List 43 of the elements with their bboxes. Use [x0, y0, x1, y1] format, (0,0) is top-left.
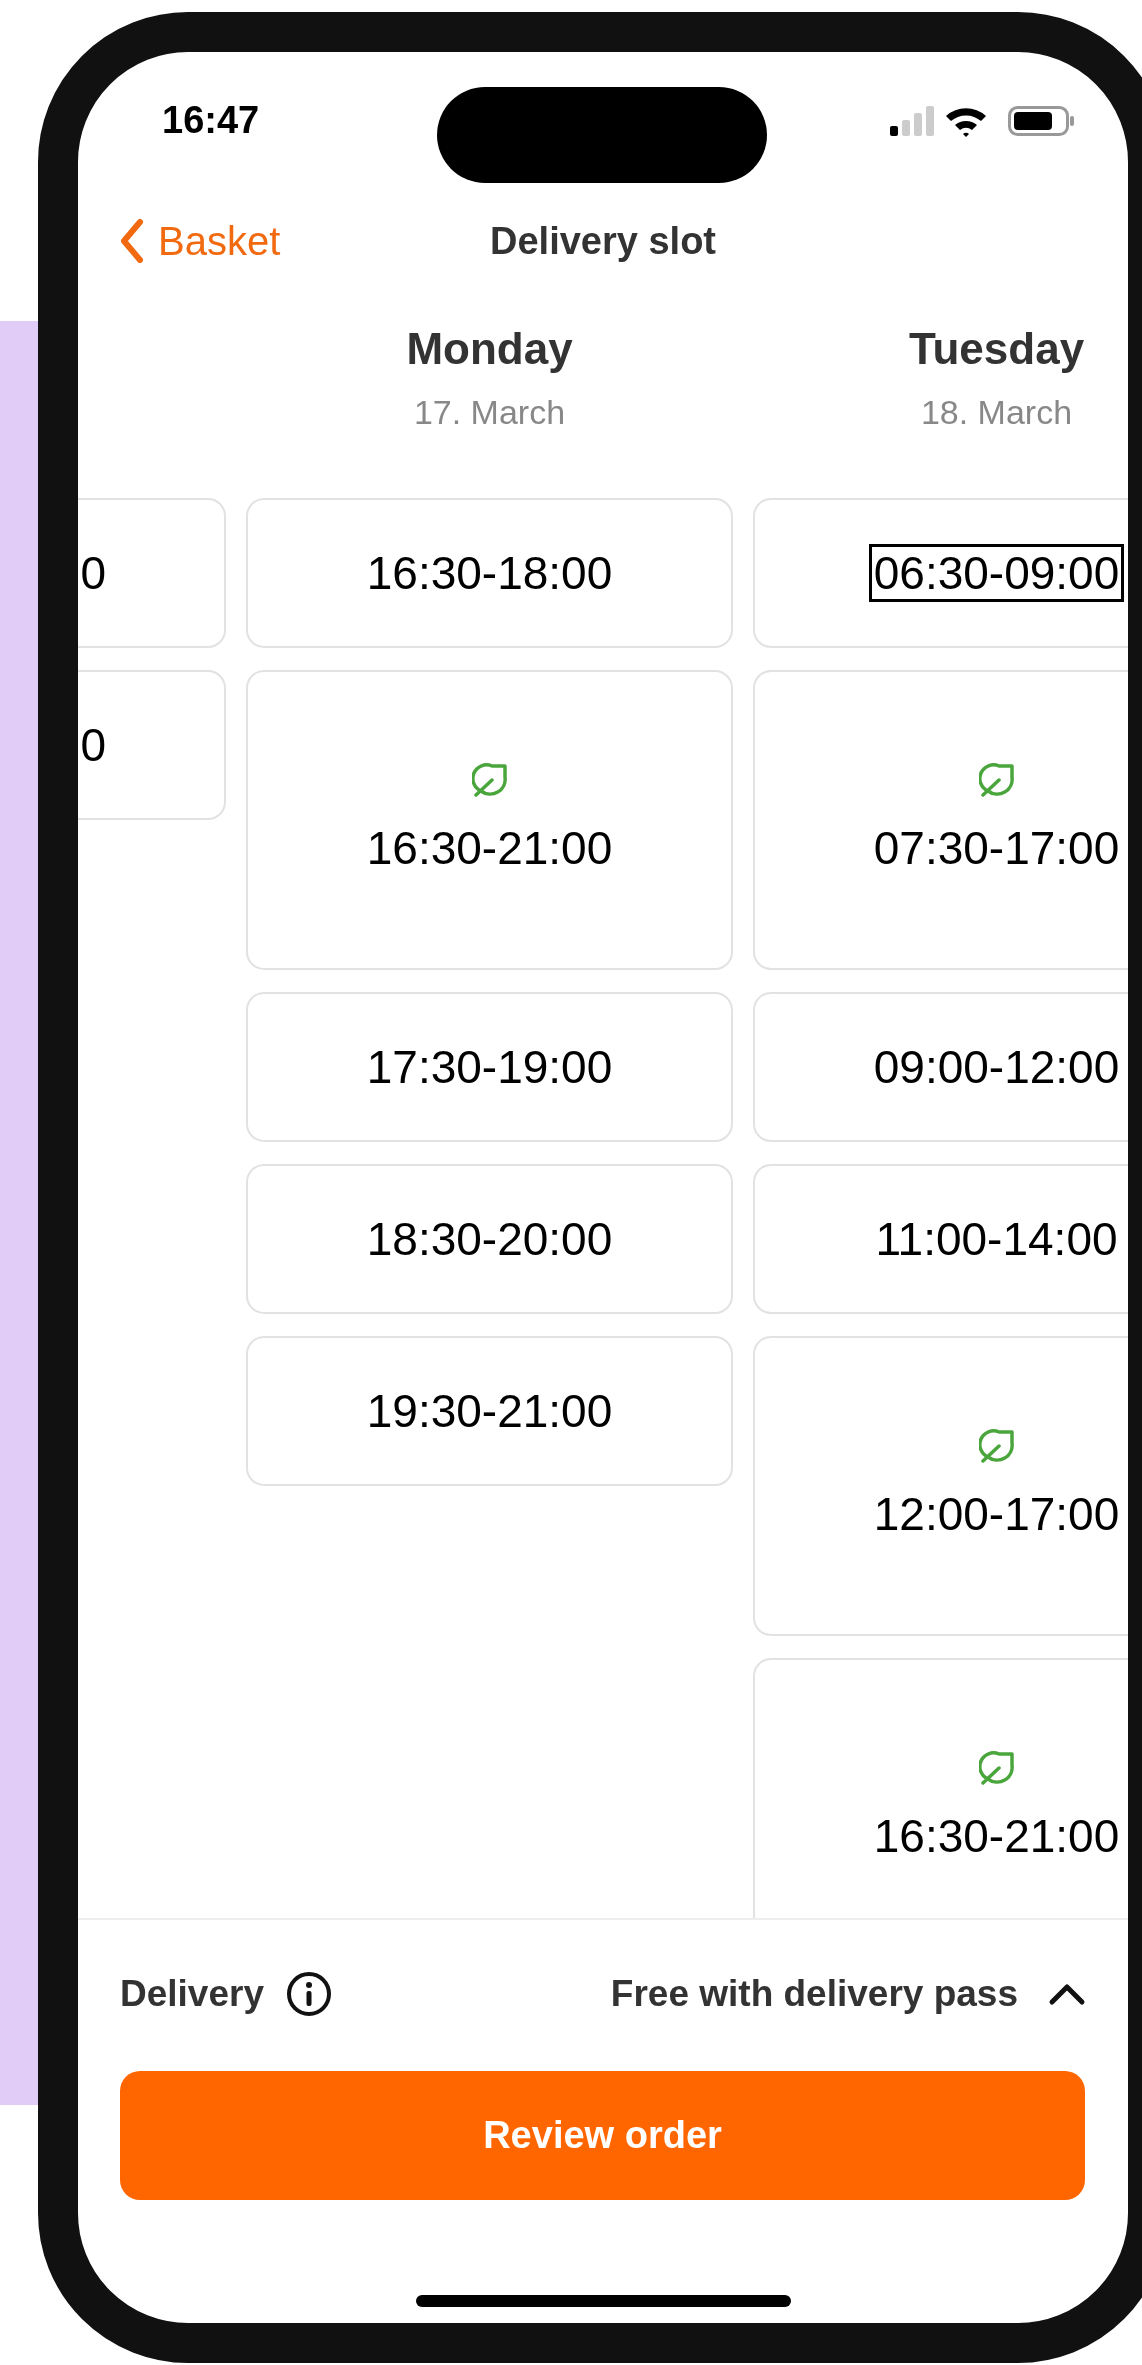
- delivery-slot-card[interactable]: 16:30-21:00: [753, 1658, 1128, 1918]
- slot-time: 16:30-21:00: [365, 821, 614, 876]
- status-time: 16:47: [162, 98, 260, 142]
- chevron-up-icon[interactable]: [1048, 1982, 1086, 2006]
- delivery-price: Free with delivery pass: [610, 1972, 1018, 2017]
- slot-time: 12:00-17:00: [872, 1487, 1121, 1542]
- delivery-slot-card[interactable]: 16:30-21:00: [246, 670, 733, 970]
- delivery-slot-card[interactable]: 18:30-20:00: [246, 1164, 733, 1314]
- slot-time: 09:00-12:00: [872, 1040, 1121, 1095]
- slot-time: 11:00-14:00: [874, 1212, 1119, 1267]
- slot-time: 0: [79, 718, 107, 773]
- slot-time: 16:30-18:00: [365, 546, 614, 601]
- back-chevron-icon: [120, 219, 144, 263]
- slot-time: 19:30-21:00: [365, 1384, 614, 1439]
- delivery-slot-card[interactable]: 16:30-18:00: [246, 498, 733, 648]
- slot-time: 0: [79, 546, 107, 601]
- delivery-label: Delivery: [120, 1972, 264, 2017]
- delivery-slot-card[interactable]: 07:30-17:00: [753, 670, 1128, 970]
- delivery-slot-card[interactable]: 06:30-09:00: [753, 498, 1128, 648]
- weekday-heading: Tuesday: [908, 324, 1085, 374]
- date-label: 17. March: [413, 392, 566, 432]
- leaf-icon: [978, 763, 1015, 799]
- page-title: Delivery slot: [490, 218, 716, 264]
- delivery-slot-card[interactable]: 0: [78, 670, 226, 820]
- slot-time: 07:30-17:00: [872, 821, 1121, 876]
- signal-icon: [890, 106, 934, 136]
- leaf-icon: [978, 1429, 1015, 1465]
- slot-time: 16:30-21:00: [872, 1809, 1121, 1864]
- date-label: 18. March: [920, 392, 1073, 432]
- delivery-slot-card[interactable]: 09:00-12:00: [753, 992, 1128, 1142]
- battery-icon: [1008, 106, 1076, 136]
- delivery-slot-card[interactable]: 17:30-19:00: [246, 992, 733, 1142]
- delivery-slot-card[interactable]: 0: [78, 498, 226, 648]
- slot-time: 18:30-20:00: [365, 1212, 614, 1267]
- info-icon[interactable]: [286, 1971, 332, 2017]
- slot-time: 17:30-19:00: [365, 1040, 614, 1095]
- leaf-icon: [978, 1751, 1015, 1787]
- weekday-heading: Monday: [406, 324, 573, 374]
- delivery-slot-card[interactable]: 19:30-21:00: [246, 1336, 733, 1486]
- delivery-slot-card[interactable]: 12:00-17:00: [753, 1336, 1128, 1636]
- delivery-slot-card[interactable]: 11:00-14:00: [753, 1164, 1128, 1314]
- leaf-icon: [471, 763, 508, 799]
- slot-time: 06:30-09:00: [868, 544, 1125, 602]
